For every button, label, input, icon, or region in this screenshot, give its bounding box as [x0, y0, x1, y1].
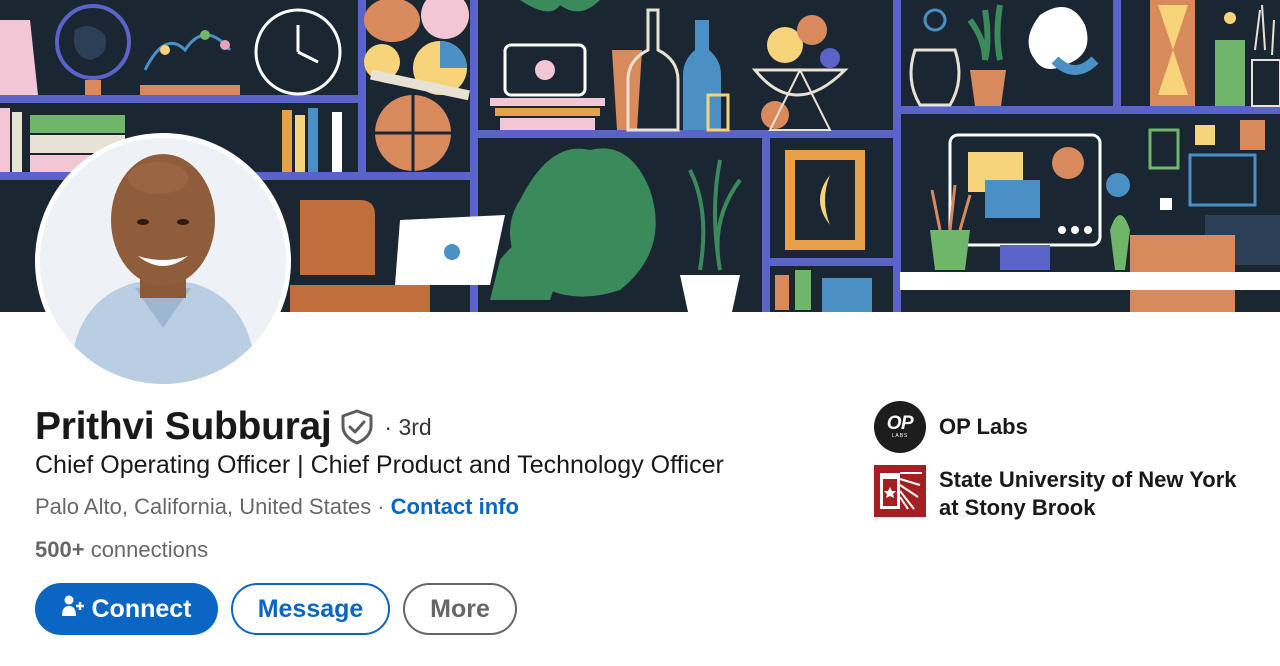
message-button[interactable]: Message: [231, 583, 390, 635]
name-row: Prithvi Subburaj · 3rd: [35, 403, 432, 451]
company-name: OP Labs: [939, 414, 1028, 439]
shield-check-icon[interactable]: [340, 409, 374, 445]
experience-education-summary: OP LABS OP Labs State University of New …: [874, 401, 1259, 534]
education-school[interactable]: State University of New York at Stony Br…: [874, 465, 1259, 522]
current-company[interactable]: OP LABS OP Labs: [874, 401, 1259, 453]
profile-name: Prithvi Subburaj: [35, 405, 332, 448]
connection-degree: · 3rd: [384, 413, 432, 440]
location-row: Palo Alto, California, United States · Con…: [35, 494, 519, 520]
op-labs-logo: OP LABS: [874, 401, 926, 453]
add-person-icon: [61, 594, 84, 625]
connect-button[interactable]: Connect: [35, 583, 218, 635]
school-name: State University of New York at Stony Br…: [939, 467, 1237, 520]
connect-label: Connect: [91, 594, 192, 623]
connections-label: connections: [90, 537, 209, 562]
profile-actions: Connect Message More: [35, 583, 517, 635]
connections-count[interactable]: 500+ connections: [35, 537, 208, 563]
more-button[interactable]: More: [403, 583, 517, 635]
connections-number: 500+: [35, 537, 85, 562]
separator-dot: ·: [377, 494, 385, 519]
profile-photo[interactable]: [35, 133, 291, 389]
contact-info-link[interactable]: Contact info: [391, 494, 519, 519]
profile-location: Palo Alto, California, United States: [35, 494, 372, 519]
profile-headline: Chief Operating Officer | Chief Product …: [35, 451, 724, 479]
stony-brook-logo: [874, 465, 926, 517]
